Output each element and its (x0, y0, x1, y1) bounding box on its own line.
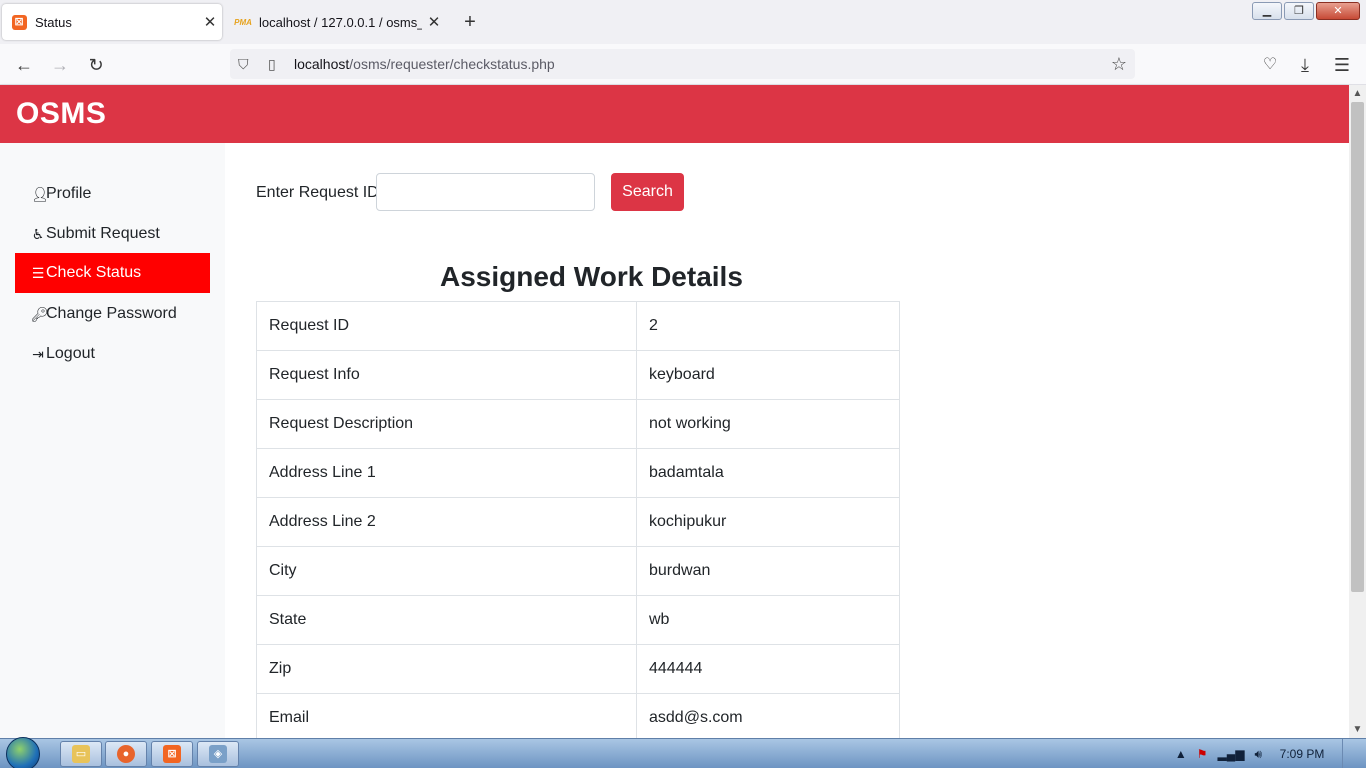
clock[interactable]: 7:09 PM (1272, 747, 1332, 761)
section-title: Assigned Work Details (440, 261, 743, 292)
sign-out-icon: ⇥ (32, 345, 44, 362)
row-value: wb (636, 595, 900, 645)
sidebar-item-profile[interactable]: 👤︎ Profile (15, 174, 210, 214)
table-row: State wb (256, 595, 900, 645)
row-value: asdd@s.com (636, 693, 900, 743)
download-icon[interactable]: ⤓ (1294, 54, 1316, 76)
work-details-table: Request ID 2 Request Info keyboard Request… (256, 301, 900, 743)
window-controls: ▁ ❐ ✕ (1252, 2, 1360, 20)
phpmyadmin-favicon-icon: PMA (234, 17, 252, 27)
taskbar-app[interactable]: ◈ (197, 741, 239, 767)
tab-title: localhost / 127.0.0.1 / osms_db (259, 14, 422, 30)
reload-icon[interactable]: ↻ (85, 54, 107, 76)
volume-icon[interactable]: 🔊︎ (1254, 747, 1262, 762)
window-icon: ◈ (209, 745, 227, 763)
scrollbar-thumb[interactable] (1351, 102, 1364, 592)
row-key: Request Description (256, 399, 637, 449)
sidebar-item-label: Logout (46, 345, 95, 362)
row-key: Request ID (256, 301, 637, 351)
network-signal-icon[interactable]: ▂▄▆ (1217, 747, 1244, 761)
xampp-favicon-icon: ⊠ (11, 14, 27, 30)
browser-nav-bar: ← → ↻ ⛉ ▯ localhost/osms/requester/check… (0, 44, 1366, 85)
taskbar: ▭ ● ⊠ ◈ ▲ ⚑ ▂▄▆ 🔊︎ 7:09 PM (0, 737, 1366, 768)
tab-status[interactable]: ⊠ Status ✕ (2, 4, 222, 40)
new-tab-icon[interactable]: + (458, 9, 482, 35)
sidebar-item-logout[interactable]: ⇥ Logout (15, 334, 210, 374)
row-value: badamtala (636, 448, 900, 498)
accessible-icon: ♿︎ (31, 225, 45, 242)
tab-close-icon[interactable]: ✕ (198, 13, 222, 31)
sidebar-item-label: Profile (46, 185, 92, 202)
tab-phpmyadmin[interactable]: PMA localhost / 127.0.0.1 / osms_db ✕ (226, 4, 446, 40)
page-scrollbar[interactable]: ▲ ▼ (1349, 85, 1366, 738)
user-icon: 👤︎ (31, 185, 49, 202)
xampp-icon: ⊠ (163, 745, 181, 763)
row-key: Email (256, 693, 637, 743)
table-row: Request Description not working (256, 399, 900, 449)
table-row: Address Line 2 kochipukur (256, 497, 900, 547)
minimize-icon[interactable]: ▁ (1252, 2, 1282, 20)
row-key: City (256, 546, 637, 596)
app-header: OSMS (0, 85, 1349, 143)
firefox-icon: ● (117, 745, 135, 763)
row-value: kochipukur (636, 497, 900, 547)
row-value: 2 (636, 301, 900, 351)
row-key: Address Line 2 (256, 497, 637, 547)
back-arrow-icon[interactable]: ← (13, 54, 35, 76)
table-row: Email asdd@s.com (256, 693, 900, 743)
sidebar-item-check-status[interactable]: ☰ Check Status (15, 253, 210, 293)
sidebar-item-label: Submit Request (46, 225, 160, 242)
action-center-flag-icon[interactable]: ⚑ (1197, 747, 1208, 761)
folder-icon: ▭ (72, 745, 90, 763)
table-row: Zip 444444 (256, 644, 900, 694)
row-key: Request Info (256, 350, 637, 400)
row-key: Address Line 1 (256, 448, 637, 498)
url-text[interactable]: localhost/osms/requester/checkstatus.php (294, 56, 555, 72)
search-button[interactable]: Search (611, 173, 684, 211)
sidebar-item-submit-request[interactable]: ♿︎ Submit Request (15, 214, 210, 254)
taskbar-firefox[interactable]: ● (105, 741, 147, 767)
row-value: keyboard (636, 350, 900, 400)
url-bar[interactable]: ⛉ ▯ localhost/osms/requester/checkstatus… (230, 49, 1135, 79)
browser-tab-strip: ⊠ Status ✕ PMA localhost / 127.0.0.1 / o… (0, 0, 1366, 44)
row-key: State (256, 595, 637, 645)
forward-arrow-icon[interactable]: → (49, 54, 71, 76)
row-value: not working (636, 399, 900, 449)
table-row: Request Info keyboard (256, 350, 900, 400)
tray-expand-icon[interactable]: ▲ (1175, 747, 1187, 761)
pocket-icon[interactable]: ♡ (1259, 54, 1281, 76)
restore-icon[interactable]: ❐ (1284, 2, 1314, 20)
table-row: Request ID 2 (256, 301, 900, 351)
row-key: Zip (256, 644, 637, 694)
request-id-input[interactable] (376, 173, 595, 211)
row-value: 444444 (636, 644, 900, 694)
start-button-icon[interactable] (6, 737, 40, 768)
scroll-down-icon[interactable]: ▼ (1349, 721, 1366, 738)
main-content: Enter Request ID: Search Assigned Work D… (225, 143, 1349, 743)
menu-hamburger-icon[interactable]: ☰ (1331, 54, 1353, 76)
tab-close-icon[interactable]: ✕ (422, 13, 446, 31)
align-center-icon: ☰ (31, 264, 45, 281)
window-close-icon[interactable]: ✕ (1316, 2, 1360, 20)
page-icon[interactable]: ▯ (268, 56, 284, 73)
taskbar-xampp[interactable]: ⊠ (151, 741, 193, 767)
sidebar-item-change-password[interactable]: 🔑︎ Change Password (15, 294, 210, 334)
sidebar-item-label: Check Status (46, 264, 142, 281)
table-row: Address Line 1 badamtala (256, 448, 900, 498)
scroll-up-icon[interactable]: ▲ (1349, 85, 1366, 102)
table-row: City burdwan (256, 546, 900, 596)
bookmark-star-icon[interactable]: ☆ (1111, 54, 1127, 75)
sidebar-item-label: Change Password (46, 305, 177, 322)
show-desktop-button[interactable] (1342, 739, 1356, 768)
shield-icon[interactable]: ⛉ (238, 56, 256, 73)
app-brand[interactable]: OSMS (16, 97, 106, 131)
tab-title: Status (35, 14, 72, 30)
request-id-label: Enter Request ID: (256, 184, 384, 201)
row-value: burdwan (636, 546, 900, 596)
taskbar-explorer[interactable]: ▭ (60, 741, 102, 767)
key-icon: 🔑︎ (31, 305, 49, 322)
sidebar: 👤︎ Profile ♿︎ Submit Request ☰ Check Status… (0, 143, 225, 738)
system-tray: ▲ ⚑ ▂▄▆ 🔊︎ 7:09 PM (1175, 739, 1366, 768)
